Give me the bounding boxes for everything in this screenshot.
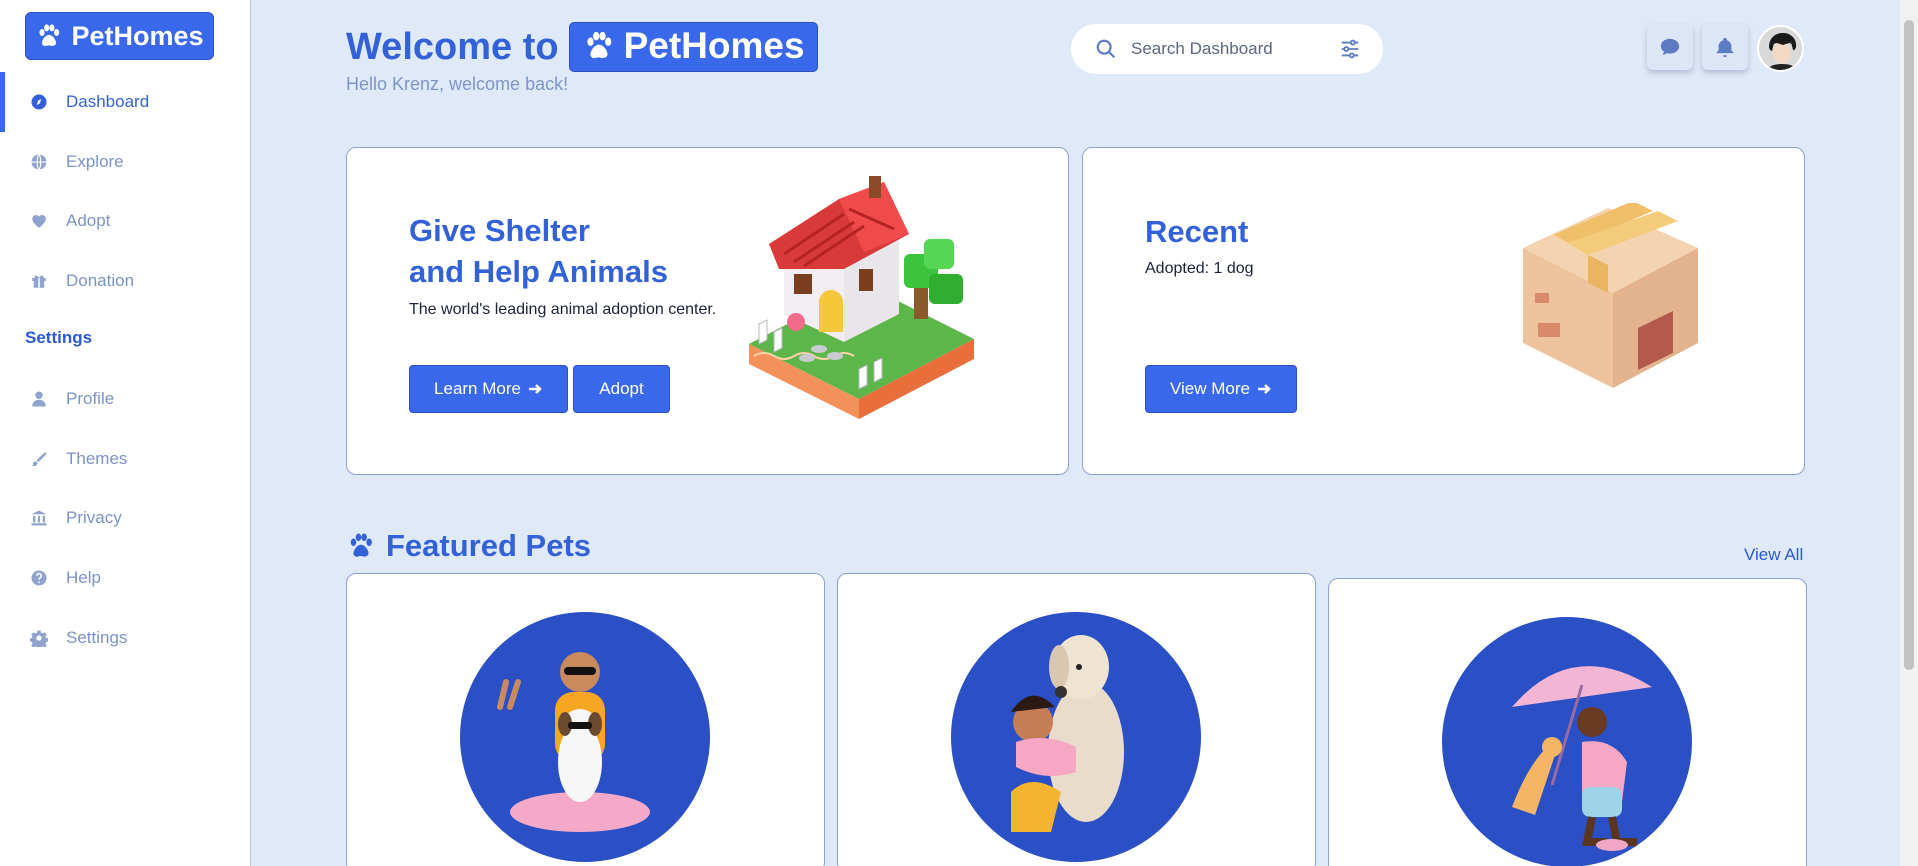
view-all-link[interactable]: View All xyxy=(1744,545,1803,565)
recent-title: Recent xyxy=(1145,214,1249,249)
shelter-title-line2: and Help Animals xyxy=(409,254,668,289)
sidebar-item-settings[interactable]: Settings xyxy=(0,608,251,668)
compass-icon xyxy=(31,94,47,110)
chat-bubble-icon xyxy=(1660,38,1680,56)
learn-more-label: Learn More xyxy=(434,379,521,398)
featured-pets-title: Featured Pets xyxy=(386,528,592,563)
person-with-dog-illustration xyxy=(497,652,650,832)
globe-icon xyxy=(31,154,47,170)
recent-card: Recent Adopted: 1 dog View More xyxy=(1082,147,1805,475)
sidebar-item-label: Dashboard xyxy=(66,92,150,111)
sidebar-item-label: Explore xyxy=(66,152,124,171)
sidebar-item-adopt[interactable]: Adopt xyxy=(0,191,251,251)
welcome-prefix: Welcome to xyxy=(346,25,559,68)
pet-image xyxy=(951,612,1201,862)
brush-icon xyxy=(31,452,47,467)
sidebar-item-label: Profile xyxy=(66,389,115,408)
sidebar-item-label: Help xyxy=(66,568,101,587)
sidebar-item-dashboard[interactable]: Dashboard xyxy=(0,72,251,132)
search-input[interactable] xyxy=(1131,39,1331,59)
shelter-subtitle: The world's leading animal adoption cent… xyxy=(409,301,717,318)
sidebar-item-help[interactable]: Help xyxy=(0,548,251,608)
logo-text: PetHomes xyxy=(71,20,204,51)
arrow-right-icon xyxy=(528,384,542,394)
sidebar-item-label: Donation xyxy=(66,271,135,290)
user-avatar-image xyxy=(1759,27,1802,70)
arrow-right-icon xyxy=(1258,384,1271,394)
search-icon xyxy=(1096,39,1116,59)
paw-icon xyxy=(39,24,60,47)
adopt-button[interactable]: Adopt xyxy=(573,365,670,413)
brand-chip: PetHomes xyxy=(568,22,818,72)
view-more-label: View More xyxy=(1170,379,1250,398)
sidebar-item-label: Privacy xyxy=(66,508,122,527)
paw-icon xyxy=(350,533,372,557)
recent-subtitle: Adopted: 1 dog xyxy=(1145,260,1254,277)
notifications-button[interactable] xyxy=(1702,24,1748,70)
girl-with-umbrella-and-cat-illustration xyxy=(1512,666,1652,851)
question-icon xyxy=(31,570,47,586)
shelter-card: Give Shelter and Help Animals The world'… xyxy=(346,147,1069,475)
shelter-title: Give Shelter and Help Animals xyxy=(409,210,668,292)
paw-icon xyxy=(586,31,611,59)
sidebar-item-donation[interactable]: Donation xyxy=(0,251,251,311)
sidebar-item-explore[interactable]: Explore xyxy=(0,132,251,192)
page-title: Welcome to PetHomes xyxy=(346,22,818,72)
scrollbar-thumb[interactable] xyxy=(1904,20,1914,670)
logo[interactable]: PetHomes xyxy=(25,12,214,60)
adopt-label: Adopt xyxy=(599,379,644,398)
sidebar: PetHomes Dashboard Explore Adopt Donatio… xyxy=(0,0,251,866)
pet-card[interactable] xyxy=(346,573,825,866)
sidebar-item-label: Settings xyxy=(66,628,128,647)
learn-more-button[interactable]: Learn More xyxy=(409,365,568,413)
pet-card[interactable] xyxy=(837,573,1316,866)
pet-card[interactable] xyxy=(1328,578,1807,866)
featured-pets-heading: Featured Pets xyxy=(346,528,591,564)
building-icon xyxy=(31,510,47,526)
sidebar-item-label: Adopt xyxy=(66,211,111,230)
sidebar-item-label: Themes xyxy=(66,449,128,468)
filter-sliders-icon[interactable] xyxy=(1339,38,1361,60)
user-icon xyxy=(32,391,46,407)
gear-icon xyxy=(30,630,48,647)
messages-button[interactable] xyxy=(1647,24,1693,70)
page-scrollbar[interactable] xyxy=(1900,0,1918,866)
greeting: Hello Krenz, welcome back! xyxy=(346,74,569,94)
avatar[interactable] xyxy=(1757,25,1804,72)
gift-icon xyxy=(32,275,46,288)
pet-image xyxy=(460,612,710,862)
sidebar-item-profile[interactable]: Profile xyxy=(0,369,251,429)
bell-icon xyxy=(1716,37,1734,58)
brand-chip-text: PetHomes xyxy=(623,25,805,66)
settings-section-label: Settings xyxy=(25,328,93,347)
view-more-button[interactable]: View More xyxy=(1145,365,1297,413)
package-box-illustration xyxy=(1523,203,1698,388)
shelter-title-line1: Give Shelter xyxy=(409,213,590,248)
sidebar-item-privacy[interactable]: Privacy xyxy=(0,488,251,548)
heart-icon xyxy=(32,215,46,228)
search-bar[interactable] xyxy=(1071,24,1383,74)
pet-image xyxy=(1442,617,1692,866)
house-illustration xyxy=(749,176,974,419)
girl-hugging-dog-illustration xyxy=(1011,635,1124,832)
sidebar-item-themes[interactable]: Themes xyxy=(0,429,251,489)
